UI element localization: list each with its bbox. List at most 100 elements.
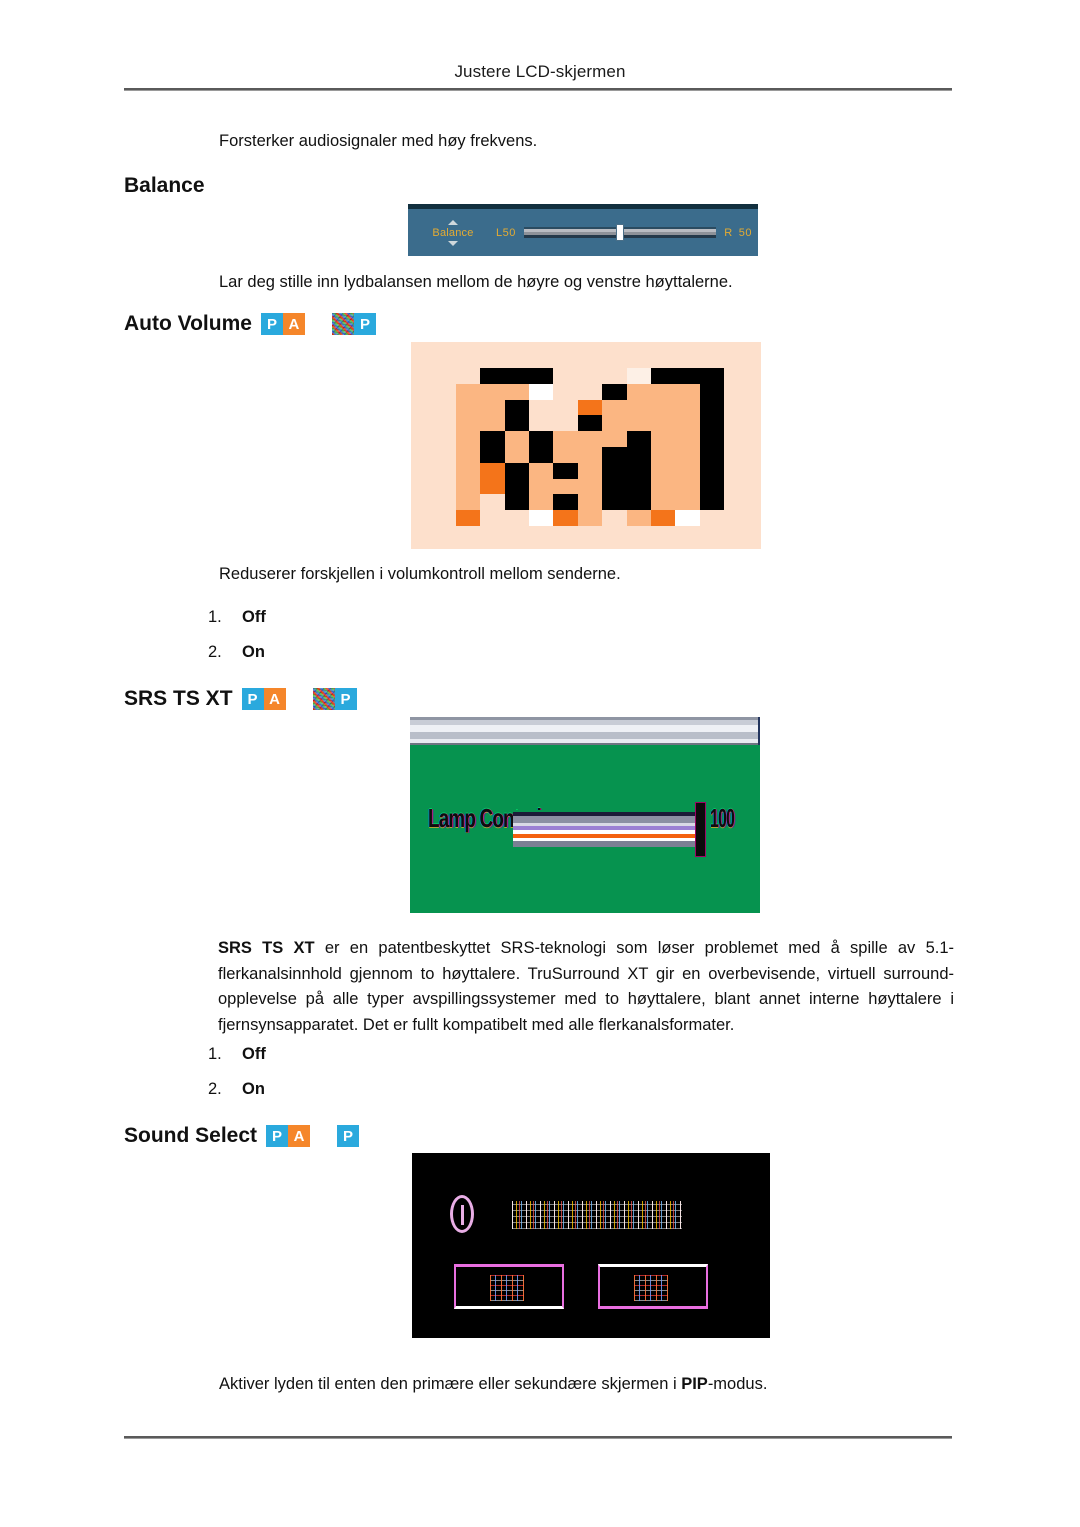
- pixel-block: [553, 415, 578, 432]
- pixel-block: [699, 478, 724, 495]
- badge-p-icon: P: [353, 313, 376, 335]
- pixel-block: [529, 399, 554, 416]
- pixel-block: [504, 462, 530, 479]
- list-item: 2. On: [208, 1080, 266, 1099]
- pixel-block: [553, 447, 578, 463]
- page-header-title: Justere LCD-skjermen: [454, 62, 626, 81]
- pixel-block: [675, 399, 700, 416]
- pixel-block: [529, 415, 554, 432]
- list-item-number: 2.: [208, 643, 222, 661]
- osd-lamp-control-slider[interactable]: [513, 810, 695, 848]
- badge-p-icon: P: [260, 313, 283, 335]
- pixel-block: [602, 383, 627, 400]
- pixel-block: [456, 431, 481, 447]
- pixel-block: [553, 383, 578, 400]
- heading-srs-ts-xt-label: SRS TS XT: [124, 687, 233, 710]
- pixel-block: [626, 431, 651, 447]
- pixel-block: [577, 368, 603, 384]
- heading-sound-select: Sound Select P A P: [124, 1124, 360, 1148]
- balance-description: Lar deg stille inn lydbalansen mellom de…: [219, 273, 733, 291]
- pixel-block: [456, 494, 481, 511]
- osd-lamp-control-slider-handle[interactable]: [695, 802, 706, 857]
- pixel-block: [675, 462, 700, 479]
- pixel-block: [675, 494, 700, 511]
- pixel-block: [675, 510, 700, 526]
- pixel-block: [480, 462, 505, 479]
- pixel-block: [529, 368, 554, 384]
- pixel-block: [650, 431, 676, 447]
- sound-select-description-bold: PIP: [681, 1375, 708, 1393]
- osd-balance-label: Balance: [432, 226, 474, 239]
- dialog-button-left[interactable]: [454, 1264, 564, 1309]
- pixel-block: [699, 431, 724, 447]
- auto-volume-screenshot: [411, 342, 761, 549]
- pixel-block: [480, 494, 505, 511]
- info-icon: [450, 1195, 474, 1233]
- header-divider: [124, 88, 952, 91]
- pixel-block: [480, 431, 505, 447]
- pixelated-block-image: [456, 368, 724, 526]
- badge-a-icon: A: [282, 313, 305, 335]
- srs-paragraph-rest: er en patentbeskyttet SRS-teknologi som …: [218, 939, 954, 1034]
- list-item: 1. Off: [208, 1045, 266, 1064]
- pixel-block: [504, 510, 530, 526]
- pixel-block: [553, 494, 578, 511]
- heading-auto-volume: Auto Volume P A P: [124, 312, 376, 336]
- pixel-block: [626, 383, 651, 400]
- pixel-block: [602, 510, 627, 526]
- pixel-block: [626, 415, 651, 432]
- list-item-number: 1.: [208, 1045, 222, 1063]
- pixel-block: [699, 494, 724, 511]
- pixel-block: [626, 478, 651, 495]
- pixel-block: [529, 478, 554, 495]
- sound-select-screenshot: [412, 1153, 770, 1338]
- dialog-button-right[interactable]: [598, 1264, 708, 1309]
- badge-p-icon: P: [334, 688, 357, 710]
- pixel-block: [626, 399, 651, 416]
- pixel-block: [675, 431, 700, 447]
- pixel-block: [675, 447, 700, 463]
- pixel-block: [602, 431, 627, 447]
- list-item-label: On: [242, 643, 265, 661]
- pixel-block: [675, 478, 700, 495]
- pixel-block: [529, 462, 554, 479]
- pixel-block: [504, 431, 530, 447]
- osd-balance-widget[interactable]: Balance L 50 R 50: [408, 204, 758, 256]
- pixel-block: [650, 510, 676, 526]
- pixel-block: [504, 399, 530, 416]
- pixel-block: [577, 399, 603, 416]
- pixel-block: [602, 399, 627, 416]
- pixel-block: [650, 462, 676, 479]
- pixel-block: [456, 447, 481, 463]
- arrow-up-icon[interactable]: [448, 219, 458, 225]
- pixel-block: [577, 431, 603, 447]
- manual-page: Justere LCD-skjermen Forsterker audiosig…: [0, 0, 1080, 1527]
- pixel-block: [602, 462, 627, 479]
- pixel-block: [602, 478, 627, 495]
- badge-a-icon: A: [288, 1125, 311, 1147]
- pixel-block: [626, 368, 651, 384]
- pixel-block: [504, 447, 530, 463]
- pixel-block: [456, 383, 481, 400]
- pixel-block: [504, 415, 530, 432]
- pixel-block: [675, 415, 700, 432]
- pixel-block: [650, 399, 676, 416]
- pixel-block: [480, 399, 505, 416]
- badge-p-icon: P: [266, 1125, 289, 1147]
- pixel-block: [480, 447, 505, 463]
- osd-title-bar: [410, 717, 760, 745]
- pixel-block: [529, 447, 554, 463]
- list-item-number: 1.: [208, 608, 222, 626]
- arrow-down-icon[interactable]: [448, 240, 458, 246]
- osd-balance-slider-handle[interactable]: [616, 224, 625, 241]
- osd-balance-right-label: R: [724, 226, 733, 239]
- srs-badges: P A P: [241, 688, 357, 710]
- list-item: 1. Off: [208, 608, 266, 627]
- osd-balance-right-value: 50: [738, 226, 752, 239]
- srs-paragraph: SRS TS XT er en patentbeskyttet SRS-tekn…: [218, 936, 954, 1038]
- list-item-label: Off: [242, 608, 266, 626]
- osd-balance-slider-track[interactable]: [523, 224, 717, 241]
- pixel-block: [529, 510, 554, 526]
- heading-balance-label: Balance: [124, 174, 205, 197]
- pixel-block: [699, 510, 724, 526]
